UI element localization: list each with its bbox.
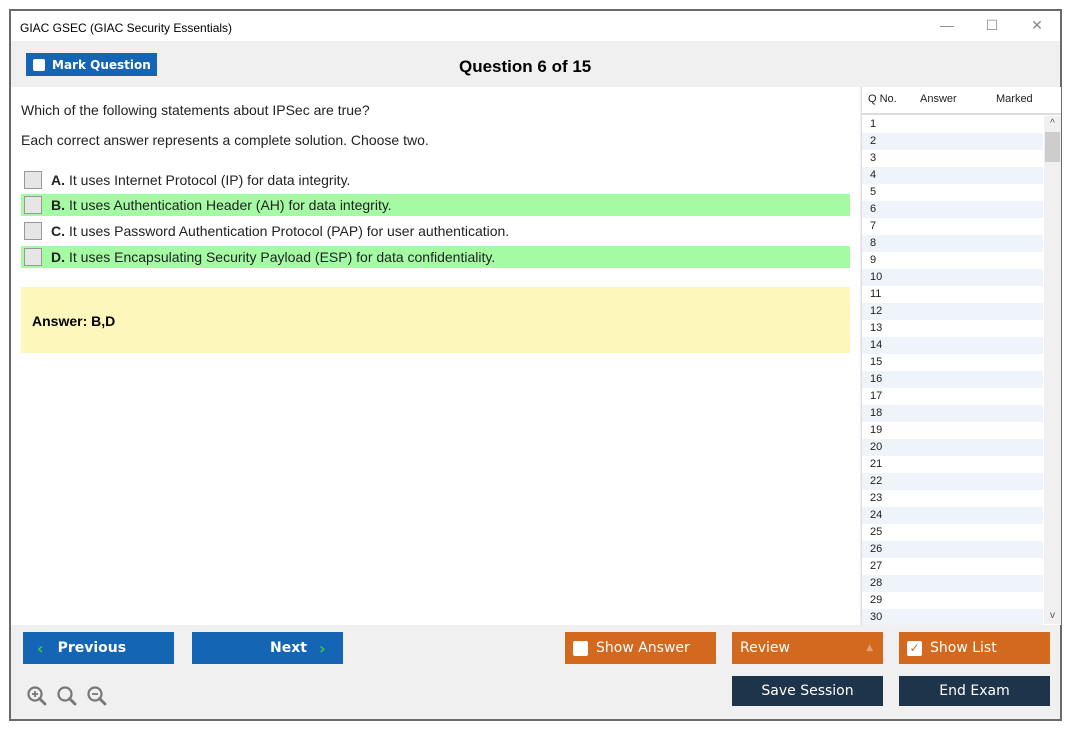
end-exam-button[interactable]: End Exam xyxy=(899,676,1050,706)
option-letter: B. xyxy=(51,197,65,213)
question-list-row[interactable]: 20 xyxy=(862,439,1043,456)
question-list-row[interactable]: 14 xyxy=(862,337,1043,354)
question-list-rows: 1 2 3 4 5 6 7 8 9 10 11 12 13 14 15 16 17 18 19 20 21 22 23 24 2… xyxy=(862,116,1043,626)
next-label: Next xyxy=(270,640,307,656)
option-checkbox[interactable] xyxy=(24,196,42,214)
option-a[interactable]: A. It uses Internet Protocol (IP) for da… xyxy=(21,169,850,191)
caret-up-icon: ▲ xyxy=(866,643,873,653)
question-list-row[interactable]: 11 xyxy=(862,286,1043,303)
question-list-row[interactable]: 18 xyxy=(862,405,1043,422)
question-list-row[interactable]: 3 xyxy=(862,150,1043,167)
option-letter: D. xyxy=(51,249,65,265)
question-counter: Question 6 of 15 xyxy=(459,57,592,76)
zoom-reset-icon[interactable] xyxy=(56,685,78,707)
question-list-row[interactable]: 19 xyxy=(862,422,1043,439)
show-list-toggle[interactable]: ✓ Show List xyxy=(899,632,1050,664)
question-list-row[interactable]: 4 xyxy=(862,167,1043,184)
chevron-left-icon: ‹ xyxy=(37,638,44,658)
option-checkbox[interactable] xyxy=(24,248,42,266)
option-d[interactable]: D. It uses Encapsulating Security Payloa… xyxy=(21,246,850,268)
checkbox-icon xyxy=(573,640,588,656)
header-marked[interactable]: Marked xyxy=(996,93,1033,105)
question-list-row[interactable]: 7 xyxy=(862,218,1043,235)
save-session-button[interactable]: Save Session xyxy=(732,676,883,706)
chevron-right-icon: › xyxy=(318,638,326,658)
previous-label: Previous xyxy=(57,640,127,656)
option-checkbox[interactable] xyxy=(24,222,42,240)
scrollbar[interactable]: ^ v xyxy=(1044,116,1061,624)
zoom-in-icon[interactable] xyxy=(26,685,48,707)
maximize-icon[interactable]: ☐ xyxy=(981,15,1003,35)
question-list-row[interactable]: 5 xyxy=(862,184,1043,201)
question-list-row[interactable]: 27 xyxy=(862,558,1043,575)
show-answer-toggle[interactable]: Show Answer xyxy=(565,632,716,664)
question-list-row[interactable]: 16 xyxy=(862,371,1043,388)
mark-question-label: Mark Question xyxy=(52,57,151,72)
question-list-row[interactable]: 15 xyxy=(862,354,1043,371)
option-text: It uses Authentication Header (AH) for d… xyxy=(69,197,392,213)
header-bar: Mark Question Question 6 of 15 xyxy=(11,41,1060,87)
checkmark-icon: ✓ xyxy=(907,640,922,656)
scrollbar-thumb[interactable] xyxy=(1045,132,1060,162)
zoom-out-icon[interactable] xyxy=(86,685,108,707)
review-label: Review xyxy=(740,640,790,656)
question-list-row[interactable]: 30 xyxy=(862,609,1043,626)
question-instruction: Each correct answer represents a complet… xyxy=(21,132,429,148)
option-c[interactable]: C. It uses Password Authentication Proto… xyxy=(21,220,850,242)
option-text: It uses Encapsulating Security Payload (… xyxy=(69,249,496,265)
option-letter: A. xyxy=(51,172,65,188)
question-list-row[interactable]: 1 xyxy=(862,116,1043,133)
option-checkbox[interactable] xyxy=(24,171,42,189)
window-title: GIAC GSEC (GIAC Security Essentials) xyxy=(20,21,233,35)
scroll-up-icon[interactable]: ^ xyxy=(1044,116,1061,132)
option-letter: C. xyxy=(51,223,65,239)
scroll-down-icon[interactable]: v xyxy=(1044,608,1061,624)
question-panel: Which of the following statements about … xyxy=(11,87,860,625)
option-text: It uses Internet Protocol (IP) for data … xyxy=(69,172,351,188)
mark-question-button[interactable]: Mark Question xyxy=(26,53,157,76)
question-list-row[interactable]: 6 xyxy=(862,201,1043,218)
zoom-controls xyxy=(26,685,108,707)
show-list-label: Show List xyxy=(930,640,997,656)
question-list-header: Q No. Answer Marked xyxy=(862,87,1061,115)
minimize-icon[interactable]: — xyxy=(936,15,958,35)
question-list-row[interactable]: 24 xyxy=(862,507,1043,524)
save-session-label: Save Session xyxy=(761,683,854,699)
question-list-row[interactable]: 25 xyxy=(862,524,1043,541)
question-list-row[interactable]: 17 xyxy=(862,388,1043,405)
question-list-row[interactable]: 22 xyxy=(862,473,1043,490)
option-b[interactable]: B. It uses Authentication Header (AH) fo… xyxy=(21,194,850,216)
question-list: Q No. Answer Marked 1 2 3 4 5 6 7 8 9 10 11 12 13 14 1… xyxy=(861,87,1061,626)
checkbox-icon xyxy=(33,58,45,71)
question-list-row[interactable]: 12 xyxy=(862,303,1043,320)
show-answer-label: Show Answer xyxy=(596,640,690,656)
question-list-row[interactable]: 2 xyxy=(862,133,1043,150)
question-list-row[interactable]: 9 xyxy=(862,252,1043,269)
question-text: Which of the following statements about … xyxy=(21,102,370,118)
header-answer[interactable]: Answer xyxy=(920,93,957,105)
question-list-row[interactable]: 29 xyxy=(862,592,1043,609)
question-list-row[interactable]: 21 xyxy=(862,456,1043,473)
previous-button[interactable]: ‹ Previous xyxy=(23,632,174,664)
title-bar: GIAC GSEC (GIAC Security Essentials) — ☐… xyxy=(11,11,1060,41)
footer: ‹ Previous Next › Show Answer Review ▲ ✓… xyxy=(11,625,1060,719)
question-list-row[interactable]: 8 xyxy=(862,235,1043,252)
question-list-row[interactable]: 13 xyxy=(862,320,1043,337)
answer-box: Answer: B,D xyxy=(21,287,850,353)
end-exam-label: End Exam xyxy=(939,683,1010,699)
option-text: It uses Password Authentication Protocol… xyxy=(69,223,510,239)
next-button[interactable]: Next › xyxy=(192,632,343,664)
answer-text: Answer: B,D xyxy=(32,313,116,329)
app-window: GIAC GSEC (GIAC Security Essentials) — ☐… xyxy=(9,9,1062,721)
question-list-row[interactable]: 23 xyxy=(862,490,1043,507)
close-icon[interactable]: ✕ xyxy=(1026,15,1048,35)
header-qno[interactable]: Q No. xyxy=(868,93,897,105)
review-dropdown[interactable]: Review ▲ xyxy=(732,632,883,664)
question-list-row[interactable]: 26 xyxy=(862,541,1043,558)
question-list-row[interactable]: 10 xyxy=(862,269,1043,286)
question-list-row[interactable]: 28 xyxy=(862,575,1043,592)
